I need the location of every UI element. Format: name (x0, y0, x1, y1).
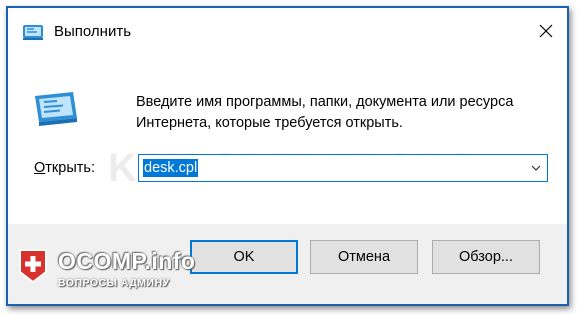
open-label-rest: ткрыть: (45, 160, 95, 176)
browse-button[interactable]: Обзор... (432, 240, 540, 274)
close-icon (539, 24, 553, 38)
description-line-2: Интернета, которые требуется открыть. (136, 115, 403, 131)
dialog-body: Введите имя программы, папки, документа … (8, 54, 567, 224)
open-label-accel: О (34, 160, 46, 176)
run-icon (22, 23, 44, 41)
close-button[interactable] (531, 16, 561, 46)
logo-badge-icon (16, 246, 50, 284)
open-label: Открыть: (34, 160, 95, 176)
open-combobox[interactable]: desk.cpl (138, 154, 548, 182)
window-title: Выполнить (54, 23, 132, 40)
description-text: Введите имя программы, папки, документа … (136, 92, 556, 134)
description-line-1: Введите имя программы, папки, документа … (136, 94, 514, 110)
run-program-icon (31, 88, 81, 128)
ocomp-logo: OCOMP.info ВОПРОСЫ АДМИНУ (16, 246, 236, 298)
logo-text: OCOMP.info (58, 248, 196, 274)
chevron-down-icon (531, 165, 541, 171)
logo-subtitle: ВОПРОСЫ АДМИНУ (58, 277, 170, 289)
open-input[interactable]: desk.cpl (143, 159, 199, 177)
title-bar[interactable]: Выполнить (8, 8, 567, 54)
dropdown-button[interactable] (525, 155, 547, 181)
browse-label: Обзор (459, 249, 501, 265)
browse-ellipsis: ... (500, 249, 513, 265)
cancel-button[interactable]: Отмена (310, 240, 418, 274)
